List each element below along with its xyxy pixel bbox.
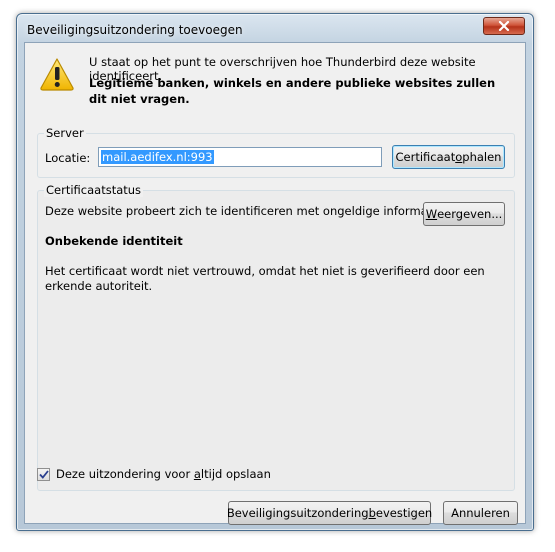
view-button[interactable]: Weergeven... [423, 202, 505, 226]
intro-warning-text: Legitieme banken, winkels en andere publ… [89, 76, 496, 106]
confirm-exception-button[interactable]: Beveiligingsuitzondering b evestigen [227, 501, 432, 525]
status-group-label: Certificaatstatus [44, 183, 144, 197]
server-group: Server Locatie: mail.aedifex.nl:993 Cert… [37, 126, 515, 178]
dialog-content: U staat op het punt te overschrijven hoe… [24, 42, 526, 525]
permanent-exception-checkbox[interactable] [37, 467, 50, 481]
location-input[interactable]: mail.aedifex.nl:993 [98, 147, 382, 167]
identity-detail: Het certificaat wordt niet vertrouwd, om… [45, 264, 485, 293]
permanent-exception-label: Deze uitzondering voor altijd opslaan [56, 467, 271, 481]
warning-icon [40, 58, 74, 91]
location-value: mail.aedifex.nl:993 [101, 150, 214, 164]
server-group-label: Server [44, 126, 86, 140]
dialog-window: Beveiligingsuitzondering toevoegen U sta… [16, 13, 534, 531]
permanent-exception-row[interactable]: Deze uitzondering voor altijd opslaan [37, 467, 271, 481]
close-button[interactable] [483, 17, 525, 35]
location-label: Locatie: [45, 151, 91, 165]
get-certificate-button[interactable]: Certificaat o phalen [392, 145, 505, 169]
status-message: Deze website probeert zich te identifice… [45, 204, 447, 218]
certificate-status-group: Certificaatstatus Deze website probeert … [37, 183, 515, 491]
identity-title: Onbekende identiteit [45, 234, 183, 248]
checkmark-icon [38, 469, 49, 479]
window-title: Beveiligingsuitzondering toevoegen [27, 23, 243, 37]
close-icon [498, 21, 510, 31]
cancel-button[interactable]: Annuleren [443, 501, 518, 525]
